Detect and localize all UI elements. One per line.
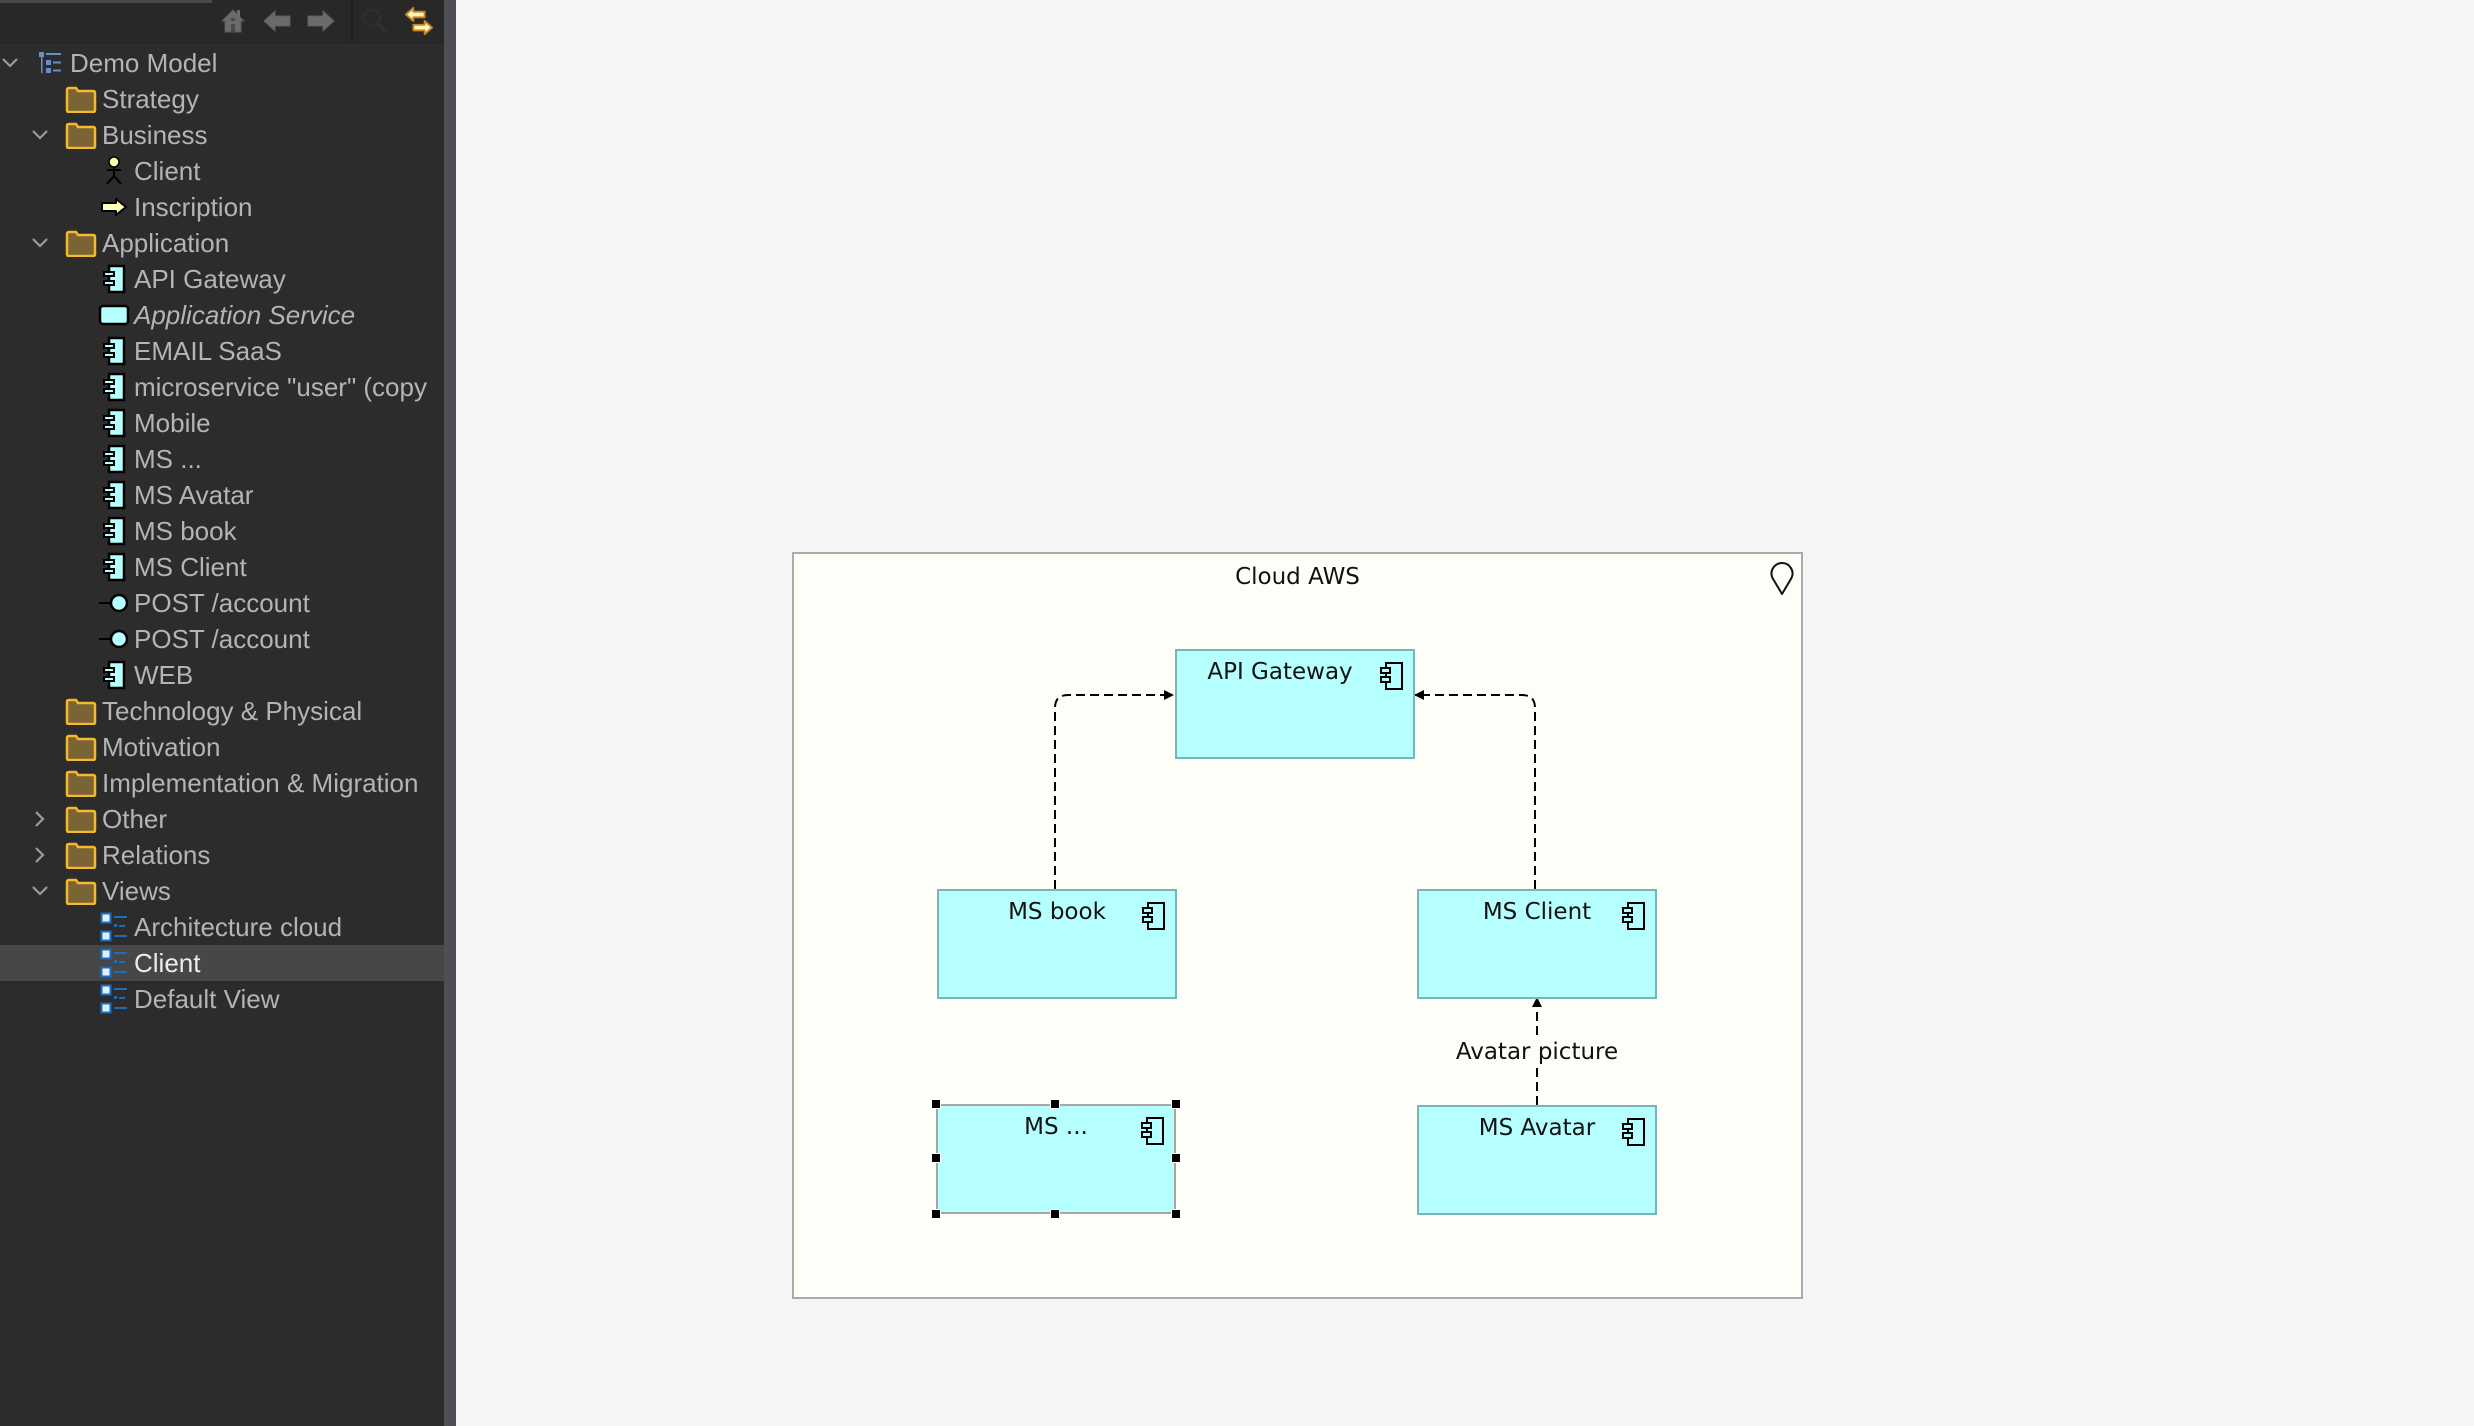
- node-title: MS ...: [1024, 1114, 1088, 1140]
- resize-handle-se[interactable]: [1171, 1209, 1181, 1219]
- connection-msbook-to-apigateway[interactable]: [1054, 690, 1174, 889]
- resize-handle-ne[interactable]: [1171, 1099, 1181, 1109]
- resize-handle-s[interactable]: [1050, 1209, 1060, 1219]
- node-title: API Gateway: [1207, 659, 1353, 685]
- resize-handle-e[interactable]: [1171, 1153, 1181, 1163]
- node-ms-avatar[interactable]: MS Avatar: [1417, 1105, 1657, 1215]
- node-title: MS Avatar: [1478, 1115, 1596, 1141]
- application-component-icon: [1622, 902, 1645, 930]
- connection-label-avatar-picture[interactable]: Avatar picture: [1453, 1039, 1621, 1065]
- node-title: MS Client: [1482, 899, 1592, 925]
- diagram-layer: Cloud AWS Avatar picture API Gateway MS …: [0, 0, 2474, 1426]
- resize-handle-w[interactable]: [931, 1153, 941, 1163]
- application-component-icon: [1380, 662, 1403, 690]
- application-component-icon: [1142, 902, 1165, 930]
- resize-handle-sw[interactable]: [931, 1209, 941, 1219]
- application-component-icon: [1622, 1118, 1645, 1146]
- node-ms-book[interactable]: MS book: [937, 889, 1177, 999]
- node-ms-client[interactable]: MS Client: [1417, 889, 1657, 999]
- node-title: MS book: [1008, 899, 1106, 925]
- connection-msclient-to-apigateway[interactable]: [1414, 690, 1536, 889]
- application-component-icon: [1141, 1117, 1164, 1145]
- node-ms-dots[interactable]: MS ...: [931, 1099, 1181, 1219]
- resize-handle-n[interactable]: [1050, 1099, 1060, 1109]
- resize-handle-nw[interactable]: [931, 1099, 941, 1109]
- node-api-gateway[interactable]: API Gateway: [1175, 649, 1415, 759]
